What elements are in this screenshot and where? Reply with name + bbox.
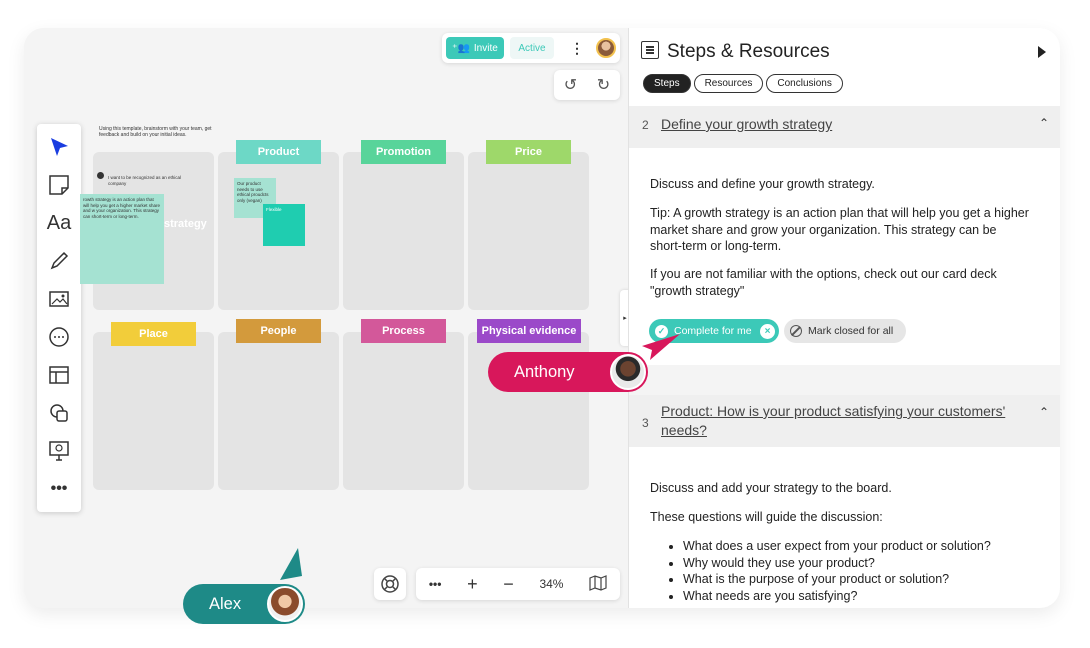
step-text: Discuss and define your growth strategy. xyxy=(650,177,875,191)
add-user-icon: ⁺👥 xyxy=(452,42,470,54)
sticky-note-icon[interactable] xyxy=(44,170,74,200)
active-button[interactable]: Active xyxy=(510,37,554,59)
sticky-note-text: rowth strategy is an action plan that wi… xyxy=(83,197,161,219)
sticky-note-flexible[interactable]: Flexible xyxy=(263,204,305,246)
comment-icon[interactable] xyxy=(44,322,74,352)
step-text: If you are not familiar with the options… xyxy=(650,267,997,298)
board-cell[interactable] xyxy=(218,332,339,490)
step-text: These questions will guide the discussio… xyxy=(650,510,883,524)
map-icon[interactable] xyxy=(589,574,607,594)
ban-icon xyxy=(790,325,802,337)
list-item: Why would they use your product? xyxy=(683,555,991,572)
comment-marker[interactable] xyxy=(97,172,104,179)
sticky-note-overlay: strategy xyxy=(164,218,207,230)
step-header[interactable]: 2 Define your growth strategy ⌃ xyxy=(629,106,1060,148)
template-icon[interactable] xyxy=(44,360,74,390)
select-cursor-icon[interactable] xyxy=(44,132,74,162)
board-cell[interactable] xyxy=(343,332,464,490)
app-frame: ⁺👥 Invite Active ⋮ ↺ ↻ Aa ••• Using this… xyxy=(24,28,1060,608)
zoom-level: 34% xyxy=(539,577,564,591)
collapse-panel-icon[interactable] xyxy=(1038,46,1046,58)
more-horizontal-icon[interactable]: ••• xyxy=(44,474,74,504)
avatar xyxy=(610,354,646,390)
redo-icon[interactable]: ↻ xyxy=(597,75,610,95)
shapes-icon[interactable] xyxy=(44,398,74,428)
label-physical-evidence[interactable]: Physical evidence xyxy=(477,319,581,343)
help-lifebuoy-icon[interactable] xyxy=(374,568,406,600)
board-cell[interactable] xyxy=(468,152,589,310)
undo-redo-bar: ↺ ↻ xyxy=(554,70,620,100)
list-item: What does a user expect from your produc… xyxy=(683,538,991,555)
collab-bar: ⁺👥 Invite Active ⋮ xyxy=(442,33,620,63)
sticky-note-strategy[interactable]: rowth strategy is an action plan that wi… xyxy=(80,194,207,284)
avatar[interactable] xyxy=(596,38,616,58)
step-header[interactable]: 3 Product: How is your product satisfyin… xyxy=(629,395,1060,447)
question-list: What does a user expect from your produc… xyxy=(683,538,991,604)
more-vertical-icon[interactable]: ⋮ xyxy=(570,41,584,55)
step-number: 2 xyxy=(642,118,649,132)
step-title[interactable]: Define your growth strategy xyxy=(661,115,832,134)
steps-resources-panel: Steps & Resources Steps Resources Conclu… xyxy=(628,28,1060,608)
cursor-pointer-icon xyxy=(280,548,302,580)
panel-tabs: Steps Resources Conclusions xyxy=(643,74,843,93)
panel-title: Steps & Resources xyxy=(667,41,830,62)
chevron-up-icon[interactable]: ⌃ xyxy=(1039,405,1049,419)
step-text: Discuss and add your strategy to the boa… xyxy=(650,481,892,495)
undo-icon[interactable]: ↺ xyxy=(564,75,577,95)
whiteboard-canvas[interactable]: ⁺👥 Invite Active ⋮ ↺ ↻ Aa ••• Using this… xyxy=(24,28,630,608)
chevron-up-icon[interactable]: ⌃ xyxy=(1039,116,1049,130)
clipboard-icon xyxy=(641,41,659,59)
step-divider xyxy=(629,365,1060,395)
template-intro-text: Using this template, brainstorm with you… xyxy=(99,126,212,138)
step-number: 3 xyxy=(642,416,649,430)
board-cell[interactable] xyxy=(93,332,214,490)
more-horizontal-icon[interactable]: ••• xyxy=(429,577,442,591)
presentation-icon[interactable] xyxy=(44,436,74,466)
collaborator-cursor-alex: Alex xyxy=(183,584,305,624)
step-text: Tip: A growth strategy is an action plan… xyxy=(650,206,1029,253)
label-process[interactable]: Process xyxy=(361,319,446,343)
tab-resources[interactable]: Resources xyxy=(693,74,764,93)
image-icon[interactable] xyxy=(44,284,74,314)
label-people[interactable]: People xyxy=(236,319,321,343)
step-title[interactable]: Product: How is your product satisfying … xyxy=(661,402,1021,440)
zoom-in-icon[interactable]: + xyxy=(467,574,478,595)
label-promotion[interactable]: Promotion xyxy=(361,140,446,164)
tool-palette: Aa ••• xyxy=(37,124,81,512)
tab-conclusions[interactable]: Conclusions xyxy=(766,74,843,93)
board-cell[interactable] xyxy=(343,152,464,310)
close-icon[interactable]: × xyxy=(760,323,775,339)
avatar xyxy=(267,586,303,622)
label-product[interactable]: Product xyxy=(236,140,321,164)
label-price[interactable]: Price xyxy=(486,140,571,164)
cursor-pointer-icon xyxy=(642,334,680,360)
note-recognized[interactable]: I want to be recognized as an ethical co… xyxy=(108,175,188,186)
invite-button[interactable]: ⁺👥 Invite xyxy=(446,37,504,59)
zoom-out-icon[interactable]: − xyxy=(503,574,514,595)
collaborator-cursor-anthony: Anthony xyxy=(488,352,648,392)
zoom-bar: ••• + − 34% xyxy=(416,568,620,600)
text-icon[interactable]: Aa xyxy=(44,208,74,238)
tab-steps[interactable]: Steps xyxy=(643,74,691,93)
list-item: What needs are you satisfying? xyxy=(683,588,991,605)
label-place[interactable]: Place xyxy=(111,322,196,346)
pen-icon[interactable] xyxy=(44,246,74,276)
list-item: What is the purpose of your product or s… xyxy=(683,571,991,588)
mark-closed-button[interactable]: Mark closed for all xyxy=(784,319,906,343)
